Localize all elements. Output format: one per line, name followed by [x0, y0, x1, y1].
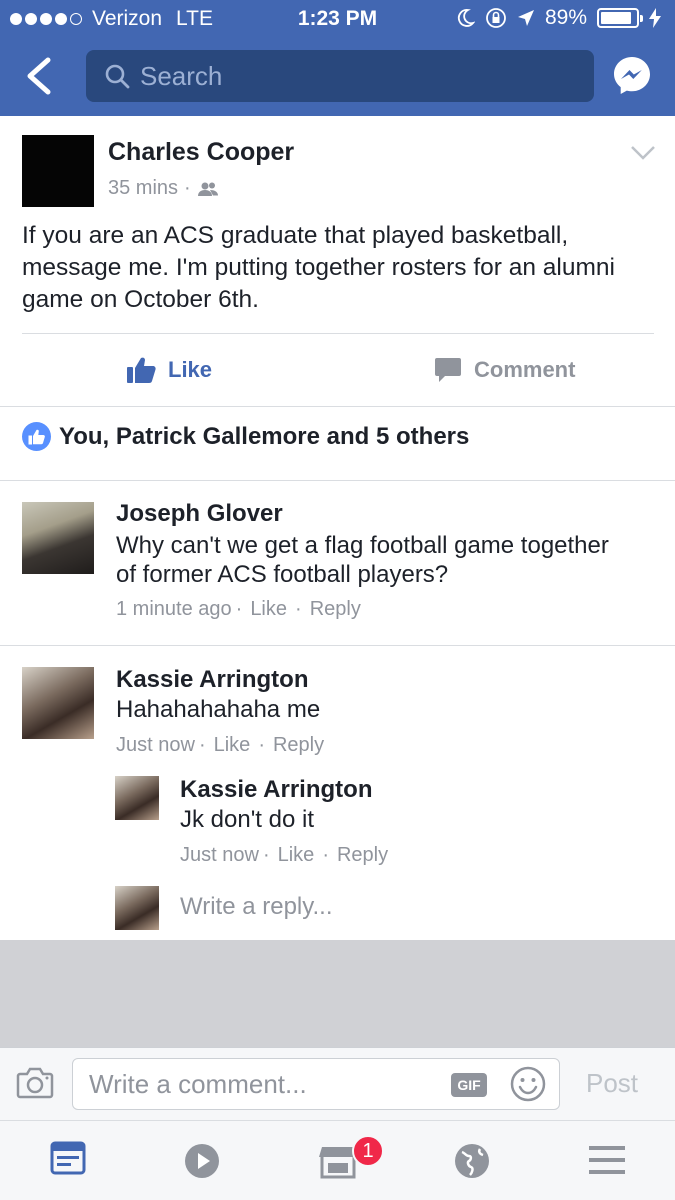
messenger-icon[interactable]: [612, 55, 652, 95]
comment-time: Just now: [116, 734, 195, 756]
reply-time: Just now: [180, 844, 259, 866]
comment-meta: 1 minute ago · Like · Reply: [116, 598, 361, 620]
post-meta: 35 mins ·: [108, 177, 219, 200]
camera-icon[interactable]: [16, 1067, 54, 1099]
like-label: Like: [168, 357, 213, 382]
battery-icon: [597, 8, 643, 28]
meta-separator: ·: [184, 177, 191, 199]
comment-time: 1 minute ago: [116, 598, 232, 620]
back-arrow-icon[interactable]: [22, 56, 58, 96]
search-icon: [105, 64, 130, 89]
write-reply-input[interactable]: Write a reply...: [180, 893, 332, 921]
globe-notifications-icon[interactable]: [454, 1143, 490, 1179]
friends-audience-icon: [197, 182, 218, 196]
status-bar: Verizon LTE 1:23 PM 89%: [0, 0, 675, 38]
rotation-lock-icon: [486, 8, 506, 28]
search-input[interactable]: Search: [86, 50, 594, 102]
comment-text: Hahahahahaha me: [116, 696, 321, 723]
menu-hamburger-icon[interactable]: [588, 1145, 626, 1175]
reply-reply-link[interactable]: Reply: [337, 844, 388, 866]
post-text: If you are an ACS graduate that played b…: [22, 222, 615, 313]
charging-bolt-icon: [649, 8, 661, 28]
commenter-avatar[interactable]: [22, 667, 94, 739]
moon-icon: [457, 9, 475, 27]
replier-name[interactable]: Kassie Arrington: [180, 776, 372, 804]
comment-button[interactable]: Comment: [434, 356, 575, 384]
reply-meta: Just now · Like · Reply: [180, 844, 389, 866]
reactions-divider: [0, 480, 675, 481]
news-feed-icon[interactable]: [50, 1141, 86, 1175]
comment-like-link[interactable]: Like: [214, 734, 251, 756]
actions-divider: [0, 406, 675, 407]
commenter-name[interactable]: Joseph Glover: [116, 500, 283, 528]
replier-avatar[interactable]: [115, 776, 159, 820]
tab-bar: 1: [0, 1120, 675, 1200]
post-actions: Like Comment: [0, 334, 675, 406]
post-author-name[interactable]: Charles Cooper: [108, 138, 294, 167]
comment-input[interactable]: Write a comment... GIF: [72, 1058, 560, 1110]
search-placeholder: Search: [140, 60, 223, 91]
my-avatar: [115, 886, 159, 930]
status-right: 89%: [455, 6, 661, 30]
commenter-avatar[interactable]: [22, 502, 94, 574]
like-button[interactable]: Like: [126, 356, 212, 384]
commenter-name[interactable]: Kassie Arrington: [116, 666, 308, 694]
video-play-icon[interactable]: [184, 1143, 220, 1179]
comment-meta: Just now · Like · Reply: [116, 734, 325, 756]
battery-percent: 89%: [544, 6, 587, 29]
top-bar: Verizon LTE 1:23 PM 89% Search: [0, 0, 675, 116]
sticker-smile-icon[interactable]: [509, 1065, 547, 1103]
comment-label: Comment: [474, 357, 576, 382]
comment-placeholder: Write a comment...: [89, 1069, 307, 1099]
nav-bar: Search: [0, 38, 675, 116]
thumbs-up-icon: [127, 357, 156, 383]
empty-gray-area: [0, 940, 675, 1047]
comment-reply-link[interactable]: Reply: [273, 734, 324, 756]
comment-reply-link[interactable]: Reply: [310, 598, 361, 620]
comment-text: Why can't we get a flag football game to…: [116, 532, 609, 588]
comment-like-link[interactable]: Like: [250, 598, 287, 620]
comment-bubble-icon: [435, 358, 461, 382]
author-avatar[interactable]: [22, 135, 94, 207]
reactions-text: You, Patrick Gallemore and 5 others: [59, 422, 470, 450]
reactions-summary[interactable]: You, Patrick Gallemore and 5 others: [22, 422, 469, 451]
like-reaction-icon: [22, 422, 51, 451]
gif-button[interactable]: GIF: [451, 1073, 487, 1097]
reply-like-link[interactable]: Like: [278, 844, 315, 866]
marketplace-badge: 1: [352, 1135, 384, 1167]
comment-composer: Write a comment... GIF Post: [0, 1047, 675, 1120]
chevron-down-icon[interactable]: [630, 144, 656, 162]
location-arrow-icon: [517, 10, 534, 26]
reply-text: Jk don't do it: [180, 806, 314, 833]
comment-divider: [0, 645, 675, 646]
post-time[interactable]: 35 mins: [108, 177, 178, 200]
post-button[interactable]: Post: [586, 1068, 638, 1099]
